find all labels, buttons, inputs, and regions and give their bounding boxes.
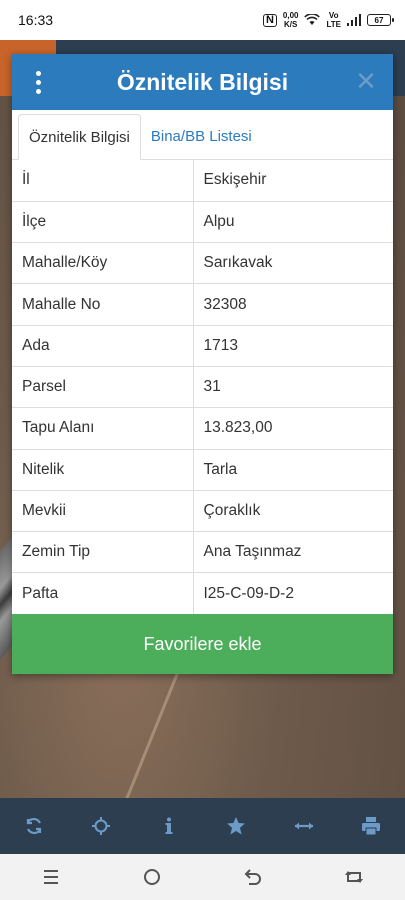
back-icon[interactable] [233,857,273,897]
row-value: Eskişehir [193,160,393,202]
volte-top: Vo [328,11,339,20]
close-icon[interactable]: ✕ [351,66,381,96]
table-row: Parsel 31 [12,366,393,409]
row-key: Mahalle No [12,283,194,326]
dialog-title: Öznitelik Bilgisi [116,68,289,95]
home-icon[interactable] [132,857,172,897]
row-key: Mahalle/Köy [12,242,194,285]
row-key: Tapu Alanı [12,407,194,450]
row-key: Ada [12,325,194,367]
table-row: Ada 1713 [12,325,393,367]
battery-level: 67 [374,15,384,25]
map-toolbar [0,798,405,854]
table-row: Pafta I25-C-09-D-2 [12,572,393,615]
row-key: Parsel [12,366,194,409]
table-row: Mahalle/Köy Sarıkavak [12,242,393,285]
row-key: İl [12,160,194,202]
table-row: İlçe Alpu [12,201,393,244]
dialog-tabs: Öznitelik Bilgisi Bina/BB Listesi [12,110,393,160]
volte-bottom: LTE [326,20,341,29]
status-time: 16:33 [18,12,54,28]
measure-icon[interactable] [284,806,324,846]
table-row: Tapu Alanı 13.823,00 [12,407,393,450]
more-menu-icon[interactable] [26,66,50,98]
info-icon[interactable] [149,806,189,846]
battery-icon: 67 [367,14,394,26]
net-speed: 0,00 K/S [283,11,299,29]
nfc-icon: N [262,13,277,27]
row-key: İlçe [12,201,194,244]
recent-icon[interactable] [334,857,374,897]
star-icon[interactable] [216,806,256,846]
net-speed-unit: K/S [284,20,298,29]
attribute-table: İl Eskişehir İlçe Alpu Mahalle/Köy Sarık… [12,160,393,615]
wifi-icon [304,14,321,25]
table-row: Nitelik Tarla [12,449,393,491]
table-row: İl Eskişehir [12,160,393,202]
row-value: 31 [193,366,393,409]
tab-building-list[interactable]: Bina/BB Listesi [141,113,262,159]
attribute-dialog: Öznitelik Bilgisi ✕ Öznitelik Bilgisi Bi… [12,54,393,674]
row-value: Tarla [193,449,393,491]
dialog-header: Öznitelik Bilgisi ✕ [12,54,393,110]
signal-icon [347,14,361,26]
refresh-icon[interactable] [14,806,54,846]
row-value: 13.823,00 [193,407,393,450]
table-row: Zemin Tip Ana Taşınmaz [12,531,393,574]
row-key: Zemin Tip [12,531,194,574]
status-icons: N 0,00 K/S Vo LTE 67 [262,11,394,29]
row-value: 1713 [193,325,393,367]
locate-icon[interactable] [81,806,121,846]
row-value: Çoraklık [193,490,393,533]
row-value: Alpu [193,201,393,244]
row-value: Sarıkavak [193,242,393,285]
print-icon[interactable] [351,806,391,846]
row-value: 32308 [193,283,393,326]
table-row: Mahalle No 32308 [12,283,393,326]
tab-attribute-info[interactable]: Öznitelik Bilgisi [18,114,141,160]
menu-icon[interactable] [31,857,71,897]
volte-icon: Vo LTE [326,11,341,29]
row-value: I25-C-09-D-2 [193,572,393,615]
row-key: Nitelik [12,449,194,491]
table-row: Mevkii Çoraklık [12,490,393,533]
net-speed-value: 0,00 [282,11,299,20]
system-nav-bar [0,854,405,900]
row-key: Mevkii [12,490,194,533]
row-value: Ana Taşınmaz [193,531,393,574]
add-favorite-button[interactable]: Favorilere ekle [12,614,393,674]
status-bar: 16:33 N 0,00 K/S Vo LTE 67 [0,0,405,40]
row-key: Pafta [12,572,194,615]
